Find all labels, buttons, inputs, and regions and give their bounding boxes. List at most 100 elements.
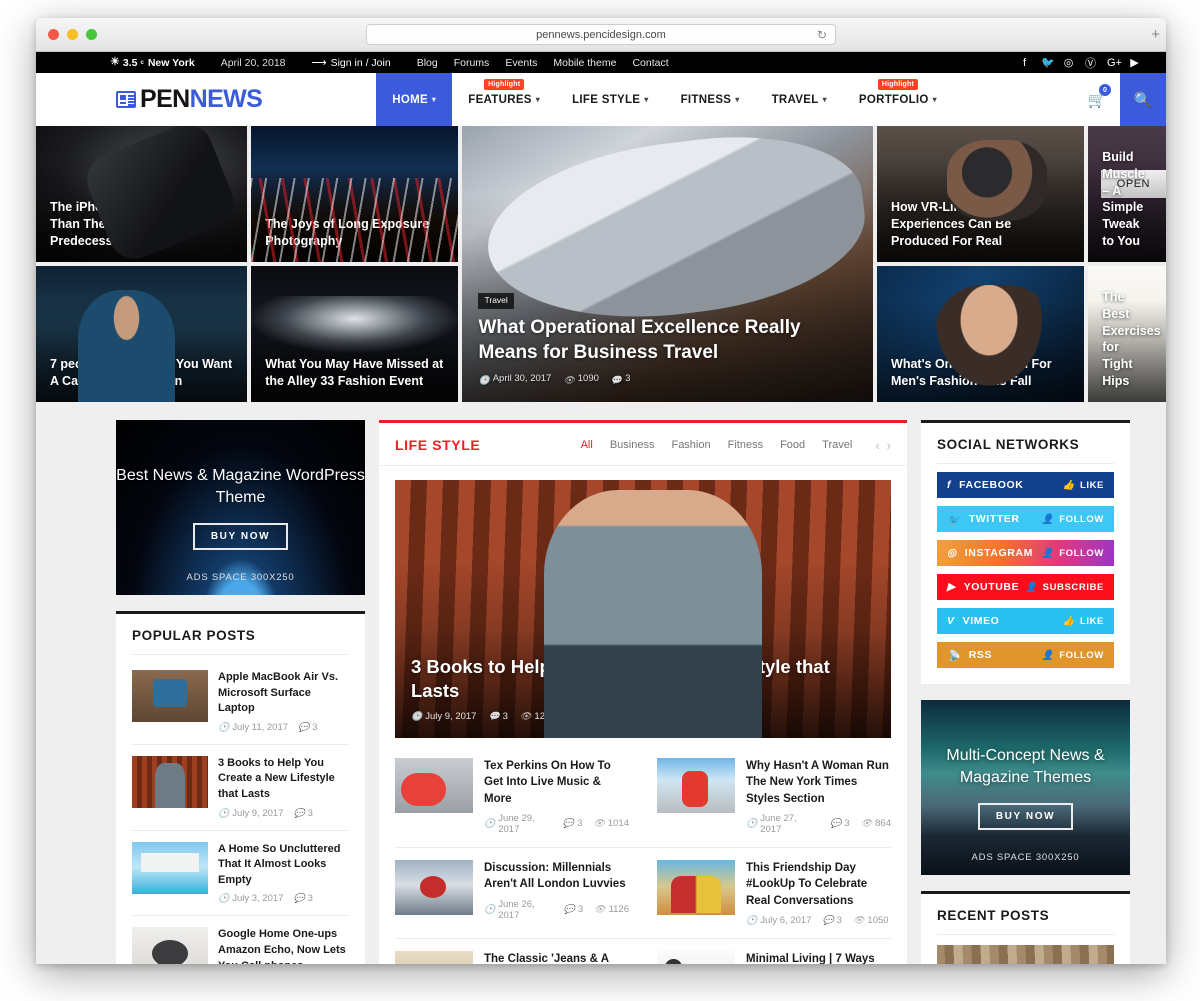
pinterest-icon[interactable]: Ⓥ (1085, 55, 1096, 71)
post-title[interactable]: Apple MacBook Air Vs. Microsoft Surface … (218, 670, 349, 717)
popular-posts-widget: POPULAR POSTS Apple MacBook Air Vs. Micr… (116, 611, 365, 964)
tab-fitness[interactable]: Fitness (728, 439, 763, 451)
hero-tile-vr[interactable]: How VR-Like Immersive Experiences Can Be… (877, 126, 1085, 262)
hero-featured-business-travel[interactable]: Travel What Operational Excellence Reall… (462, 126, 874, 402)
nav-item-home[interactable]: HOME ▾ (376, 73, 453, 126)
signin-join-link[interactable]: ⟶ Sign in / Join (312, 57, 391, 69)
hero-tile-ux-design[interactable]: 7 people To Follow If You Want A Career … (36, 266, 248, 402)
youtube-icon[interactable]: ▶ (1129, 56, 1140, 69)
twitter-icon[interactable]: 🐦 (1041, 56, 1055, 69)
list-item[interactable]: 3 Books to Help You Create a New Lifesty… (132, 745, 349, 831)
googleplus-icon[interactable]: G+ (1107, 57, 1122, 69)
topbar-link-forums[interactable]: Forums (454, 57, 490, 69)
hero-tile-long-exposure[interactable]: The Joys of Long Exposure Photography (251, 126, 459, 262)
post-title[interactable]: Discussion: Millennials Aren't All Londo… (484, 860, 629, 893)
search-button[interactable]: 🔍 (1120, 73, 1166, 126)
topbar-link-events[interactable]: Events (505, 57, 537, 69)
post-comments: 💬 3 (298, 721, 318, 733)
left-ad-banner[interactable]: Best News & Magazine WordPress Theme BUY… (116, 420, 365, 595)
social-button-instagram[interactable]: ◎ INSTAGRAM 👤 FOLLOW (937, 540, 1114, 566)
post-title[interactable]: 3 Books to Help You Create a New Lifesty… (218, 756, 349, 803)
nav-item-portfolio[interactable]: Highlight PORTFOLIO ▾ (843, 73, 953, 126)
tab-all[interactable]: All (581, 439, 593, 451)
hero-tile-tight-hips[interactable]: The Best Exercises for Tight Hips (1088, 266, 1166, 402)
tab-travel[interactable]: Travel (822, 439, 852, 451)
post-title[interactable]: Google Home One-ups Amazon Echo, Now Let… (218, 927, 349, 964)
social-button-youtube[interactable]: ▶ YOUTUBE 👤 SUBSCRIBE (937, 574, 1114, 600)
hero-tile-alley-33[interactable]: What You May Have Missed at the Alley 33… (251, 266, 459, 402)
post-views: 👁 1295 (519, 711, 556, 722)
post-thumbnail[interactable] (937, 945, 1114, 964)
tab-food[interactable]: Food (780, 439, 805, 451)
list-item[interactable]: A Home So Uncluttered That It Almost Loo… (132, 831, 349, 917)
post-thumbnail (132, 670, 208, 722)
comment-icon: 💬 (293, 893, 305, 904)
hero-tile-build-muscle[interactable]: OPEN Build Muscle – A Simple Tweak to Yo… (1088, 126, 1166, 262)
list-item[interactable]: Minimal Living | 7 Ways To Adopt A Minim… (643, 939, 891, 964)
list-item[interactable]: Apple MacBook Air Vs. Microsoft Surface … (132, 659, 349, 745)
list-item[interactable]: Why Hasn't A Woman Run The New York Time… (643, 746, 891, 848)
list-item[interactable]: The Classic 'Jeans & A Nice Top' Look Is… (395, 939, 643, 964)
post-title[interactable]: Minimal Living | 7 Ways To Adopt A Minim… (746, 951, 891, 964)
nav-item-travel[interactable]: TRAVEL ▾ (756, 73, 843, 126)
section-tabs[interactable]: All Business Fashion Fitness Food Travel… (581, 438, 891, 453)
comment-icon: 💬 (488, 711, 500, 721)
topbar-link-blog[interactable]: Blog (417, 57, 438, 69)
category-chip[interactable]: Travel (478, 293, 514, 309)
list-item[interactable]: This Friendship Day #LookUp To Celebrate… (643, 848, 891, 939)
topbar-link-mobile-theme[interactable]: Mobile theme (553, 57, 616, 69)
window-traffic-lights[interactable] (48, 29, 97, 40)
list-item[interactable]: Google Home One-ups Amazon Echo, Now Let… (132, 916, 349, 964)
minimize-window-button[interactable] (67, 29, 78, 40)
browser-chrome: pennews.pencidesign.com ↻ + (36, 18, 1166, 52)
tab-business[interactable]: Business (610, 439, 655, 451)
url-bar[interactable]: pennews.pencidesign.com ↻ (366, 24, 836, 45)
topbar-link-contact[interactable]: Contact (632, 57, 668, 69)
chevron-down-icon: ▾ (644, 95, 649, 104)
post-grid: Tex Perkins On How To Get Into Live Musi… (379, 738, 907, 964)
newspaper-icon (116, 91, 136, 108)
site-logo[interactable]: PENNEWS (116, 73, 263, 126)
hero-tile-iphone8[interactable]: The iPhone 8 May Be Bigger Than The iPho… (36, 126, 248, 262)
reload-icon[interactable]: ↻ (817, 28, 827, 42)
post-title[interactable]: Tex Perkins On How To Get Into Live Musi… (484, 758, 629, 807)
topbar-social-icons[interactable]: f 🐦 ◎ Ⓥ G+ ▶ (1019, 55, 1140, 71)
maximize-window-button[interactable] (86, 29, 97, 40)
topbar-date: April 20, 2018 (220, 56, 286, 69)
social-button-vimeo[interactable]: V VIMEO 👍 LIKE (937, 608, 1114, 634)
social-button-rss[interactable]: 📡 RSS 👤 FOLLOW (937, 642, 1114, 668)
tab-fashion[interactable]: Fashion (671, 439, 710, 451)
prev-arrow-icon[interactable]: ‹ (875, 438, 879, 453)
facebook-icon[interactable]: f (1019, 57, 1030, 69)
ad-buy-now-button[interactable]: BUY NOW (192, 522, 289, 550)
hero-tile-mens-fashion[interactable]: What's On The Horizon For Men's Fashion … (877, 266, 1085, 402)
list-item[interactable]: Discussion: Millennials Aren't All Londo… (395, 848, 643, 939)
social-button-facebook[interactable]: f FACEBOOK 👍 LIKE (937, 472, 1114, 498)
featured-post-card[interactable]: 3 Books to Help You Create a New Lifesty… (395, 480, 891, 738)
nav-item-life-style[interactable]: LIFE STYLE ▾ (556, 73, 665, 126)
hero-tile-title: The Best Exercises for Tight Hips (1102, 289, 1161, 389)
post-comments: 💬 3 (830, 818, 850, 830)
post-date: 🕑 July 9, 2017 (218, 807, 284, 819)
list-item[interactable]: Tex Perkins On How To Get Into Live Musi… (395, 746, 643, 848)
sun-icon: ☀ (110, 56, 120, 68)
close-window-button[interactable] (48, 29, 59, 40)
instagram-icon[interactable]: ◎ (1063, 56, 1074, 69)
social-button-twitter[interactable]: 🐦 TWITTER 👤 FOLLOW (937, 506, 1114, 532)
right-ad-banner[interactable]: Multi-Concept News & Magazine Themes BUY… (921, 700, 1130, 875)
post-title[interactable]: This Friendship Day #LookUp To Celebrate… (746, 860, 891, 909)
ad-buy-now-button[interactable]: BUY NOW (977, 802, 1074, 830)
post-title[interactable]: A Home So Uncluttered That It Almost Loo… (218, 842, 349, 889)
post-title[interactable]: Why Hasn't A Woman Run The New York Time… (746, 758, 891, 807)
post-title[interactable]: The Classic 'Jeans & A Nice Top' Look Is… (484, 951, 629, 964)
nav-item-fitness[interactable]: FITNESS ▾ (665, 73, 756, 126)
nav-item-features[interactable]: Highlight FEATURES ▾ (452, 73, 556, 126)
cart-button[interactable]: 🛒 0 (1074, 73, 1120, 126)
main-navigation[interactable]: HOME ▾ Highlight FEATURES ▾ LIFE STYLE ▾… (376, 73, 953, 126)
hero-column-fourth: How VR-Like Immersive Experiences Can Be… (877, 126, 1085, 402)
topbar-links[interactable]: Blog Forums Events Mobile theme Contact (417, 57, 669, 69)
user-plus-icon: 👤 (1041, 513, 1055, 525)
post-date: 🕑 June 29, 2017 (484, 812, 535, 835)
new-tab-button[interactable]: + (1151, 27, 1160, 42)
next-arrow-icon[interactable]: › (887, 438, 891, 453)
